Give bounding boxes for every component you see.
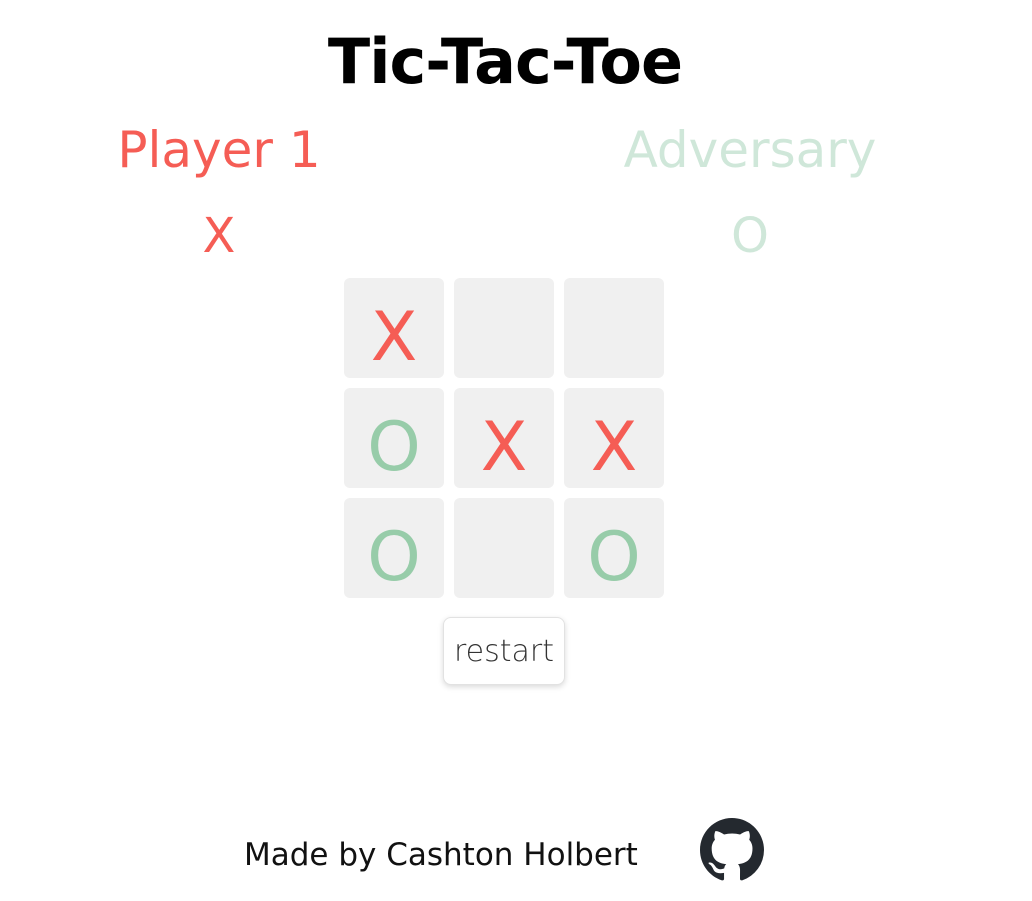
page: Tic-Tac-Toe Player 1 X Adversary O X O X… xyxy=(0,0,1032,901)
board-cell-8[interactable] xyxy=(454,498,554,598)
github-icon[interactable] xyxy=(700,818,764,882)
board-cell-6[interactable]: X xyxy=(564,388,664,488)
player1-panel: Player 1 X xyxy=(100,120,338,266)
board-cell-9[interactable]: O xyxy=(564,498,664,598)
adversary-name: Adversary xyxy=(623,121,877,179)
game-board: X O X X O O xyxy=(344,278,664,598)
board-cell-7[interactable]: O xyxy=(344,498,444,598)
page-title: Tic-Tac-Toe xyxy=(327,25,683,98)
player1-mark: X xyxy=(202,208,236,264)
board-cell-1[interactable]: X xyxy=(344,278,444,378)
board-cell-2[interactable] xyxy=(454,278,554,378)
board-cell-5[interactable]: X xyxy=(454,388,554,488)
board-cell-3[interactable] xyxy=(564,278,664,378)
adversary-panel: Adversary O xyxy=(600,120,900,266)
adversary-mark: O xyxy=(731,208,769,264)
player1-name: Player 1 xyxy=(117,121,321,179)
board-cell-4[interactable]: O xyxy=(344,388,444,488)
footer-credit: Made by Cashton Holbert xyxy=(244,837,638,873)
restart-button[interactable]: restart xyxy=(443,617,565,685)
